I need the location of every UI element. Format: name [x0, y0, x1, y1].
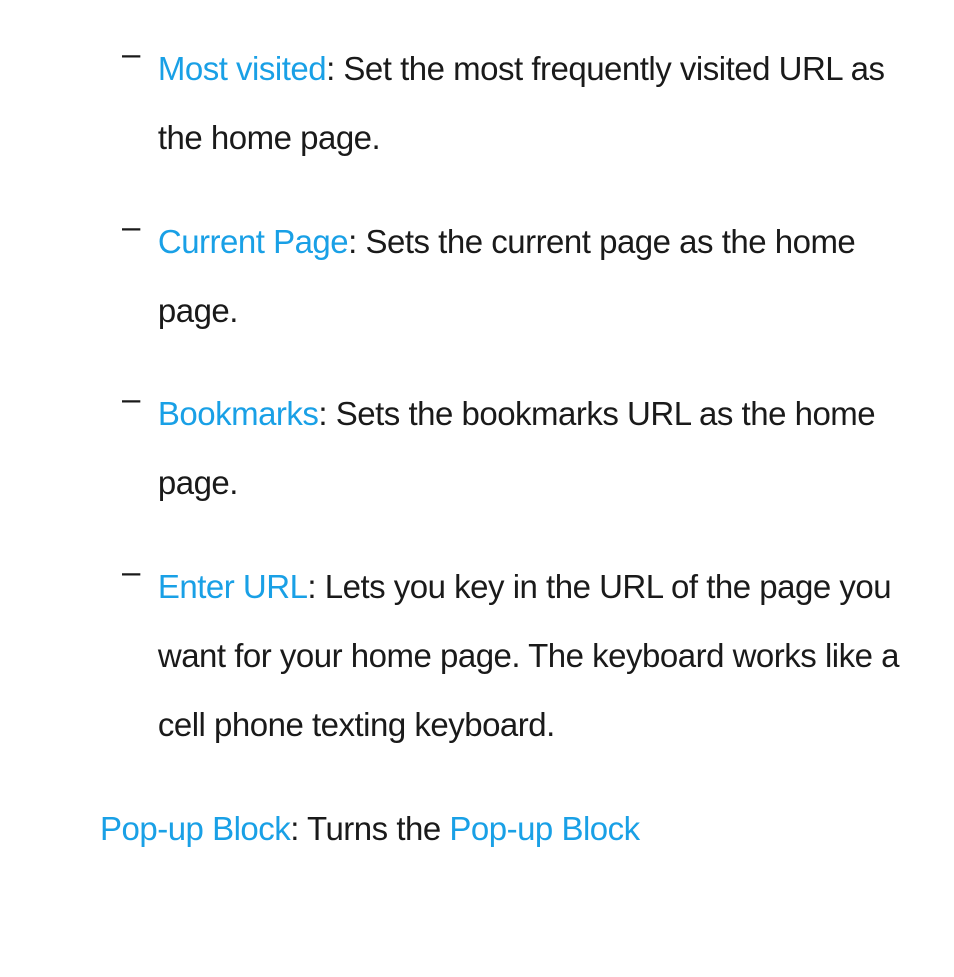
footer-line: Pop-up Block: Turns the Pop-up Block — [100, 794, 924, 863]
list-item: – Enter URL: Lets you key in the URL of … — [100, 552, 924, 760]
options-list: – Most visited: Set the most frequently … — [100, 34, 924, 760]
item-term: Enter URL — [158, 568, 308, 605]
list-item: – Current Page: Sets the current page as… — [100, 207, 924, 346]
footer-mid: : Turns the — [290, 810, 449, 847]
list-dash: – — [100, 379, 158, 419]
list-item: – Bookmarks: Sets the bookmarks URL as t… — [100, 379, 924, 518]
footer-term-1: Pop-up Block — [100, 810, 290, 847]
item-term: Current Page — [158, 223, 348, 260]
list-dash: – — [100, 207, 158, 247]
footer-term-2: Pop-up Block — [449, 810, 639, 847]
item-body: Bookmarks: Sets the bookmarks URL as the… — [158, 379, 924, 518]
item-term: Bookmarks — [158, 395, 319, 432]
item-term: Most visited — [158, 50, 326, 87]
list-dash: – — [100, 34, 158, 74]
list-item: – Most visited: Set the most frequently … — [100, 34, 924, 173]
item-body: Current Page: Sets the current page as t… — [158, 207, 924, 346]
item-body: Enter URL: Lets you key in the URL of th… — [158, 552, 924, 760]
item-body: Most visited: Set the most frequently vi… — [158, 34, 924, 173]
list-dash: – — [100, 552, 158, 592]
